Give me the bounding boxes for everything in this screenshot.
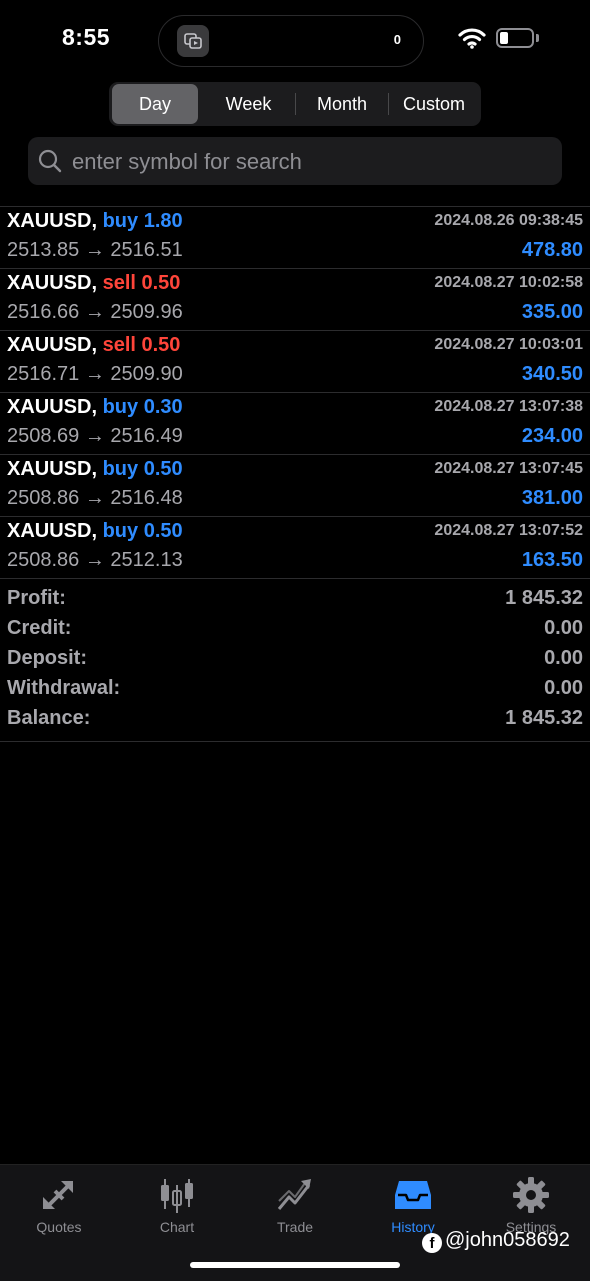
- tab-label: Chart: [159, 1219, 195, 1235]
- summary-label: Deposit:: [7, 647, 87, 669]
- deal-prices: 2508.69 → 2516.49: [7, 425, 183, 447]
- deal-symbol: XAUUSD,: [7, 334, 98, 356]
- watermark-text: @john058692: [445, 1229, 570, 1251]
- tab-label: Trade: [276, 1219, 314, 1235]
- island-count: 0: [393, 32, 401, 47]
- segment-custom[interactable]: Custom: [389, 84, 479, 124]
- deal-profit: 340.50: [521, 363, 583, 385]
- quotes-icon: [43, 1181, 73, 1209]
- search-icon: [38, 149, 62, 173]
- summary-value: 1 845.32: [505, 587, 583, 609]
- deal-date: 2024.08.27 13:07:52: [434, 522, 583, 539]
- deal-row[interactable]: XAUUSD, buy 1.80 2024.08.26 09:38:45 251…: [0, 207, 590, 269]
- home-indicator[interactable]: [190, 1262, 400, 1268]
- summary-value: 0.00: [544, 647, 583, 669]
- deal-type: sell 0.50: [102, 334, 181, 356]
- deal-date: 2024.08.27 13:07:45: [434, 460, 583, 477]
- tab-label: Quotes: [36, 1219, 82, 1235]
- summary-value: 0.00: [544, 677, 583, 699]
- status-time: 8:55: [62, 24, 111, 50]
- deal-type: buy 0.50: [102, 458, 183, 480]
- summary-label: Withdrawal:: [7, 677, 121, 699]
- candlestick-chart-icon: [161, 1179, 193, 1213]
- deal-row[interactable]: XAUUSD, buy 0.30 2024.08.27 13:07:38 250…: [0, 393, 590, 455]
- deal-prices: 2508.86 → 2516.48: [7, 487, 183, 509]
- battery-tip: [536, 34, 539, 42]
- summary-label: Credit:: [7, 617, 72, 639]
- status-bar: 8:55 0: [0, 0, 590, 80]
- summary-row-profit: Profit: 1 845.32: [0, 584, 590, 614]
- segment-week[interactable]: Week: [202, 84, 295, 124]
- deal-date: 2024.08.26 09:38:45: [434, 212, 583, 229]
- gear-icon: [513, 1177, 549, 1213]
- deal-profit: 335.00: [521, 301, 583, 323]
- summary-row-balance: Balance: 1 845.32: [0, 704, 590, 734]
- deal-symbol: XAUUSD,: [7, 210, 98, 232]
- wifi-icon: [458, 28, 486, 49]
- battery-icon: [496, 28, 534, 48]
- deal-type: buy 0.50: [102, 520, 183, 542]
- deal-profit: 234.00: [521, 425, 583, 447]
- screen-mirror-icon: [177, 25, 209, 57]
- account-summary: Profit: 1 845.32 Credit: 0.00 Deposit: 0…: [0, 584, 590, 742]
- summary-value: 1 845.32: [505, 707, 583, 729]
- tab-settings[interactable]: Settings: [472, 1175, 590, 1235]
- summary-row-credit: Credit: 0.00: [0, 614, 590, 644]
- deals-list: XAUUSD, buy 1.80 2024.08.26 09:38:45 251…: [0, 207, 590, 579]
- segment-day[interactable]: Day: [112, 84, 198, 124]
- deal-date: 2024.08.27 13:07:38: [434, 398, 583, 415]
- tab-trade[interactable]: Trade: [236, 1175, 354, 1235]
- segment-month[interactable]: Month: [296, 84, 388, 124]
- deal-prices: 2508.86 → 2512.13: [7, 549, 183, 571]
- deal-prices: 2516.66 → 2509.96: [7, 301, 183, 323]
- trade-trend-icon: [277, 1179, 311, 1210]
- summary-row-deposit: Deposit: 0.00: [0, 644, 590, 674]
- summary-value: 0.00: [544, 617, 583, 639]
- deal-date: 2024.08.27 10:02:58: [434, 274, 583, 291]
- deal-profit: 381.00: [521, 487, 583, 509]
- deal-date: 2024.08.27 10:03:01: [434, 336, 583, 353]
- history-inbox-icon: [395, 1181, 431, 1209]
- deal-symbol: XAUUSD,: [7, 396, 98, 418]
- deal-row[interactable]: XAUUSD, buy 0.50 2024.08.27 13:07:45 250…: [0, 455, 590, 517]
- deal-type: sell 0.50: [102, 272, 181, 294]
- dynamic-island[interactable]: 0: [158, 15, 424, 67]
- tab-chart[interactable]: Chart: [118, 1175, 236, 1235]
- summary-label: Profit:: [7, 587, 66, 609]
- facebook-icon: f: [422, 1233, 442, 1253]
- tab-quotes[interactable]: Quotes: [0, 1175, 118, 1235]
- deal-symbol: XAUUSD,: [7, 458, 98, 480]
- summary-label: Balance:: [7, 707, 91, 729]
- deal-symbol: XAUUSD,: [7, 520, 98, 542]
- deal-type: buy 1.80: [102, 210, 183, 232]
- period-segmented-control: Day Week Month Custom: [109, 82, 481, 126]
- deal-row[interactable]: XAUUSD, buy 0.50 2024.08.27 13:07:52 250…: [0, 517, 590, 579]
- deal-type: buy 0.30: [102, 396, 183, 418]
- summary-row-withdrawal: Withdrawal: 0.00: [0, 674, 590, 704]
- deal-row[interactable]: XAUUSD, sell 0.50 2024.08.27 10:03:01 25…: [0, 331, 590, 393]
- deal-profit: 163.50: [521, 549, 583, 571]
- tab-history[interactable]: History: [354, 1175, 472, 1235]
- deal-prices: 2516.71 → 2509.90: [7, 363, 183, 385]
- symbol-search-bar[interactable]: [28, 137, 562, 185]
- deal-prices: 2513.85 → 2516.51: [7, 239, 183, 261]
- search-input[interactable]: [70, 143, 554, 181]
- deal-profit: 478.80: [521, 239, 583, 261]
- deal-symbol: XAUUSD,: [7, 272, 98, 294]
- deal-row[interactable]: XAUUSD, sell 0.50 2024.08.27 10:02:58 25…: [0, 269, 590, 331]
- watermark: f @john058692: [422, 1229, 570, 1253]
